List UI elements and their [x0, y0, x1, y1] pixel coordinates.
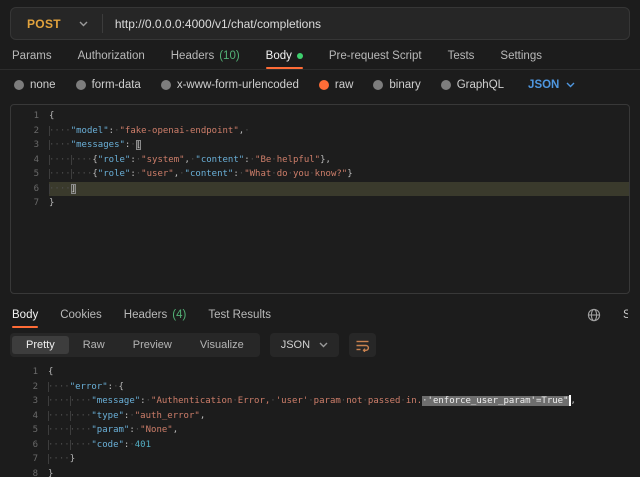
line-number: 8 — [0, 467, 38, 477]
line-number: 6 — [0, 438, 38, 453]
line-number: 5 — [11, 167, 39, 182]
line-number: 2 — [11, 124, 39, 139]
line-number: 6 — [11, 182, 39, 197]
view-switcher: Pretty Raw Preview Visualize — [10, 333, 260, 357]
response-tab-body[interactable]: Body — [12, 302, 38, 328]
headers-count: (10) — [219, 50, 239, 62]
response-language-selector[interactable]: JSON — [270, 333, 339, 357]
request-url-bar: POST http://0.0.0.0:4000/v1/chat/complet… — [10, 7, 630, 40]
line-number: 1 — [0, 365, 38, 380]
request-tabs: Params Authorization Headers(10) Body Pr… — [0, 43, 640, 70]
chevron-down-icon — [566, 82, 575, 88]
radio-binary[interactable]: binary — [373, 79, 420, 91]
line-number: 1 — [11, 109, 39, 124]
response-tab-headers[interactable]: Headers(4) — [124, 302, 187, 328]
response-headers-count: (4) — [172, 309, 186, 321]
code-line: 3····"messages":·[ — [11, 138, 629, 153]
code-line: 2····"error":·{ — [0, 380, 640, 395]
code-line: 8} — [0, 467, 640, 477]
view-pretty[interactable]: Pretty — [12, 336, 69, 354]
globe-icon[interactable] — [587, 308, 601, 322]
tab-params[interactable]: Params — [12, 43, 52, 69]
code-line: 4········{"role":·"system",·"content":·"… — [11, 153, 629, 168]
method-label: POST — [27, 17, 61, 31]
tab-settings[interactable]: Settings — [500, 43, 542, 69]
response-tab-test-results[interactable]: Test Results — [208, 302, 271, 328]
chevron-down-icon — [79, 21, 88, 27]
code-line: 6····] — [11, 182, 629, 197]
code-line: 1{ — [0, 365, 640, 380]
clipped-status-text: S — [623, 309, 628, 321]
radio-icon — [161, 80, 171, 90]
radio-icon — [14, 80, 24, 90]
radio-icon-selected — [319, 80, 329, 90]
tab-headers[interactable]: Headers(10) — [171, 43, 240, 69]
code-line: 1{ — [11, 109, 629, 124]
chevron-down-icon — [319, 342, 328, 348]
response-toolbar: Pretty Raw Preview Visualize JSON — [0, 332, 640, 358]
wrap-text-icon — [355, 339, 370, 352]
code-line: 5········"param":·"None", — [0, 423, 640, 438]
line-number: 7 — [11, 196, 39, 211]
line-number: 2 — [0, 380, 38, 395]
code-line: 7} — [11, 196, 629, 211]
body-content-dot — [297, 53, 303, 59]
code-line: 5········{"role":·"user",·"content":·"Wh… — [11, 167, 629, 182]
view-visualize[interactable]: Visualize — [186, 336, 258, 354]
code-line: 3········"message":·"Authentication·Erro… — [0, 394, 640, 409]
radio-raw[interactable]: raw — [319, 79, 354, 91]
radio-icon — [76, 80, 86, 90]
radio-icon — [373, 80, 383, 90]
request-language-selector[interactable]: JSON — [528, 79, 575, 91]
tab-authorization[interactable]: Authorization — [78, 43, 145, 69]
line-number: 4 — [0, 409, 38, 424]
tab-body[interactable]: Body — [266, 43, 303, 69]
code-line: 7····} — [0, 452, 640, 467]
response-tab-cookies[interactable]: Cookies — [60, 302, 102, 328]
method-selector[interactable]: POST — [11, 17, 102, 31]
radio-none[interactable]: none — [14, 79, 56, 91]
line-number: 5 — [0, 423, 38, 438]
code-line: 2····"model":·"fake-openai-endpoint",· — [11, 124, 629, 139]
response-tabs: Body Cookies Headers(4) Test Results S — [0, 302, 640, 328]
radio-x-www-form-urlencoded[interactable]: x-www-form-urlencoded — [161, 79, 299, 91]
radio-icon — [441, 80, 451, 90]
url-input[interactable]: http://0.0.0.0:4000/v1/chat/completions — [103, 17, 629, 31]
request-code: 1{2····"model":·"fake-openai-endpoint",·… — [11, 109, 629, 211]
tab-pre-request-script[interactable]: Pre-request Script — [329, 43, 422, 69]
view-raw[interactable]: Raw — [69, 336, 119, 354]
request-body-editor[interactable]: 1{2····"model":·"fake-openai-endpoint",·… — [10, 104, 630, 294]
line-number: 3 — [11, 138, 39, 153]
code-line: 4········"type":·"auth_error", — [0, 409, 640, 424]
code-line: 6········"code":·401 — [0, 438, 640, 453]
wrap-text-button[interactable] — [349, 333, 376, 357]
response-body-viewer[interactable]: 1{2····"error":·{3········"message":·"Au… — [0, 365, 640, 477]
view-preview[interactable]: Preview — [119, 336, 186, 354]
radio-form-data[interactable]: form-data — [76, 79, 141, 91]
radio-graphql[interactable]: GraphQL — [441, 79, 504, 91]
tab-tests[interactable]: Tests — [448, 43, 475, 69]
body-type-row: none form-data x-www-form-urlencoded raw… — [0, 70, 640, 99]
line-number: 3 — [0, 394, 38, 409]
line-number: 4 — [11, 153, 39, 168]
line-number: 7 — [0, 452, 38, 467]
